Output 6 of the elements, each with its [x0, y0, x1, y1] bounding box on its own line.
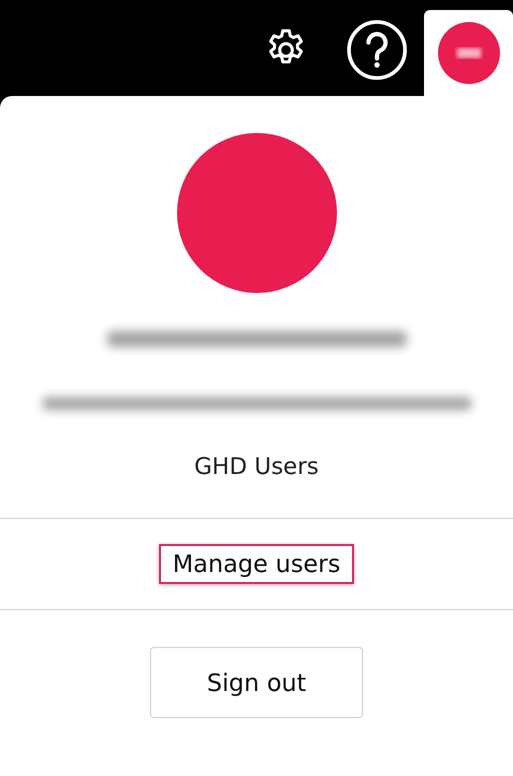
group-name: GHD Users — [194, 454, 319, 480]
manage-users-link[interactable]: Manage users — [158, 544, 354, 584]
sign-out-button[interactable]: Sign out — [150, 647, 363, 718]
avatar-tab[interactable] — [424, 10, 513, 96]
help-icon[interactable] — [345, 18, 409, 82]
avatar-icon — [438, 22, 500, 84]
